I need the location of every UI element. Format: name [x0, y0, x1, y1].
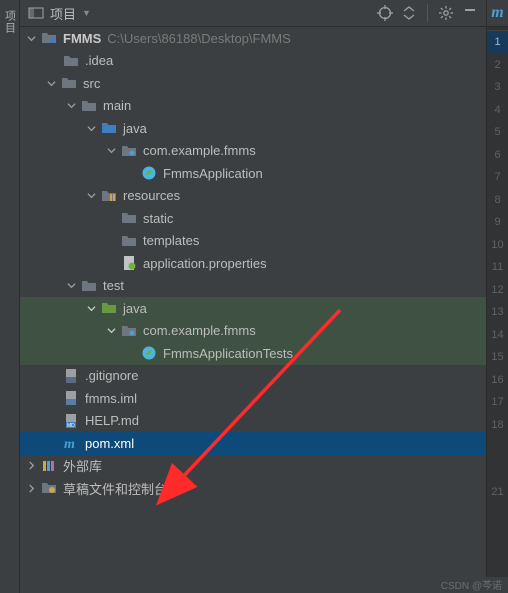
tree-leaf-app[interactable]: FmmsApplication [20, 162, 486, 185]
tree-leaf-properties[interactable]: application.properties [20, 252, 486, 275]
module-folder-icon [40, 30, 58, 46]
library-icon [40, 458, 58, 474]
chevron-down-icon[interactable] [86, 303, 96, 313]
spring-class-icon [140, 345, 158, 361]
line-number: 18 [487, 414, 508, 437]
test-root-icon [100, 300, 118, 316]
package-icon [120, 143, 138, 159]
watermark: CSDN @芩诺 [441, 577, 502, 592]
line-number [487, 459, 508, 482]
tree-node-src[interactable]: src [20, 72, 486, 95]
line-number: 15 [487, 346, 508, 369]
tree-node-package[interactable]: com.example.fmms [20, 140, 486, 163]
line-number: 21 [487, 481, 508, 504]
folder-icon [62, 53, 80, 69]
chevron-right-icon[interactable] [26, 461, 36, 471]
properties-file-icon [120, 255, 138, 271]
svg-text:MD: MD [67, 423, 75, 429]
line-number: 13 [487, 301, 508, 324]
tree-root[interactable]: FMMS C:\Users\86188\Desktop\FMMS [20, 27, 486, 50]
tree-node-java[interactable]: java [20, 117, 486, 140]
tree-node-test-java[interactable]: java [20, 297, 486, 320]
line-number: 10 [487, 234, 508, 257]
root-path: C:\Users\86188\Desktop\FMMS [107, 31, 291, 46]
project-view-icon[interactable] [26, 3, 46, 23]
source-root-icon [100, 120, 118, 136]
svg-text:m: m [64, 437, 75, 451]
line-number: 14 [487, 324, 508, 347]
tree-node-scratches[interactable]: 草稿文件和控制台 [20, 477, 486, 500]
line-number: 11 [487, 256, 508, 279]
chevron-right-icon[interactable] [26, 483, 36, 493]
folder-icon [120, 233, 138, 249]
chevron-down-icon[interactable] [46, 78, 56, 88]
editor-tab-icon[interactable]: m [486, 0, 508, 27]
line-number: 8 [487, 189, 508, 212]
dropdown-icon[interactable]: ▼ [82, 8, 91, 18]
chevron-down-icon[interactable] [106, 326, 116, 336]
tree-leaf-apptests[interactable]: FmmsApplicationTests [20, 342, 486, 365]
target-icon[interactable] [375, 3, 395, 23]
tree-leaf-help[interactable]: MD HELP.md [20, 410, 486, 433]
gear-icon[interactable] [436, 3, 456, 23]
tree-node-static[interactable]: static [20, 207, 486, 230]
editor-gutter: 1 2 3 4 5 6 7 8 9 10 11 12 13 14 15 16 1… [486, 27, 508, 577]
maven-file-icon: m [62, 435, 80, 451]
iml-file-icon [62, 390, 80, 406]
tree-leaf-pom[interactable]: m pom.xml [20, 432, 486, 455]
tool-window-tab[interactable]: 项目 [0, 0, 20, 593]
line-number: 12 [487, 279, 508, 302]
line-number: 7 [487, 166, 508, 189]
tree-node-test[interactable]: test [20, 275, 486, 298]
resource-root-icon [100, 188, 118, 204]
line-number: 1 [487, 31, 508, 54]
line-number: 4 [487, 99, 508, 122]
chevron-down-icon[interactable] [66, 281, 76, 291]
line-number: 3 [487, 76, 508, 99]
chevron-down-icon[interactable] [66, 101, 76, 111]
folder-icon [80, 278, 98, 294]
line-number [487, 436, 508, 459]
line-number: 2 [487, 54, 508, 77]
project-tree[interactable]: FMMS C:\Users\86188\Desktop\FMMS .idea s… [20, 27, 486, 577]
tool-window-label: 项目 [2, 10, 18, 34]
tree-node-external-libs[interactable]: 外部库 [20, 455, 486, 478]
tree-leaf-iml[interactable]: fmms.iml [20, 387, 486, 410]
scratch-icon [40, 480, 58, 496]
line-number: 17 [487, 391, 508, 414]
tree-node-resources[interactable]: resources [20, 185, 486, 208]
folder-icon [120, 210, 138, 226]
spring-class-icon [140, 165, 158, 181]
tree-node-main[interactable]: main [20, 95, 486, 118]
line-number: 9 [487, 211, 508, 234]
tree-node-idea[interactable]: .idea [20, 50, 486, 73]
tree-leaf-gitignore[interactable]: .gitignore [20, 365, 486, 388]
tree-node-templates[interactable]: templates [20, 230, 486, 253]
chevron-down-icon[interactable] [26, 33, 36, 43]
folder-icon [60, 75, 78, 91]
package-icon [120, 323, 138, 339]
git-file-icon [62, 368, 80, 384]
line-number: 6 [487, 144, 508, 167]
chevron-down-icon[interactable] [106, 146, 116, 156]
chevron-down-icon[interactable] [86, 191, 96, 201]
toolbar-divider [427, 4, 428, 22]
toolbar-title: 项目 [50, 4, 76, 23]
line-number: 16 [487, 369, 508, 392]
chevron-down-icon[interactable] [86, 123, 96, 133]
folder-icon [80, 98, 98, 114]
line-number: 5 [487, 121, 508, 144]
root-name: FMMS [63, 31, 101, 46]
expand-all-icon[interactable] [399, 3, 419, 23]
hide-icon[interactable] [460, 3, 480, 23]
markdown-file-icon: MD [62, 413, 80, 429]
tree-node-test-package[interactable]: com.example.fmms [20, 320, 486, 343]
project-toolbar: 项目 ▼ [20, 0, 486, 27]
